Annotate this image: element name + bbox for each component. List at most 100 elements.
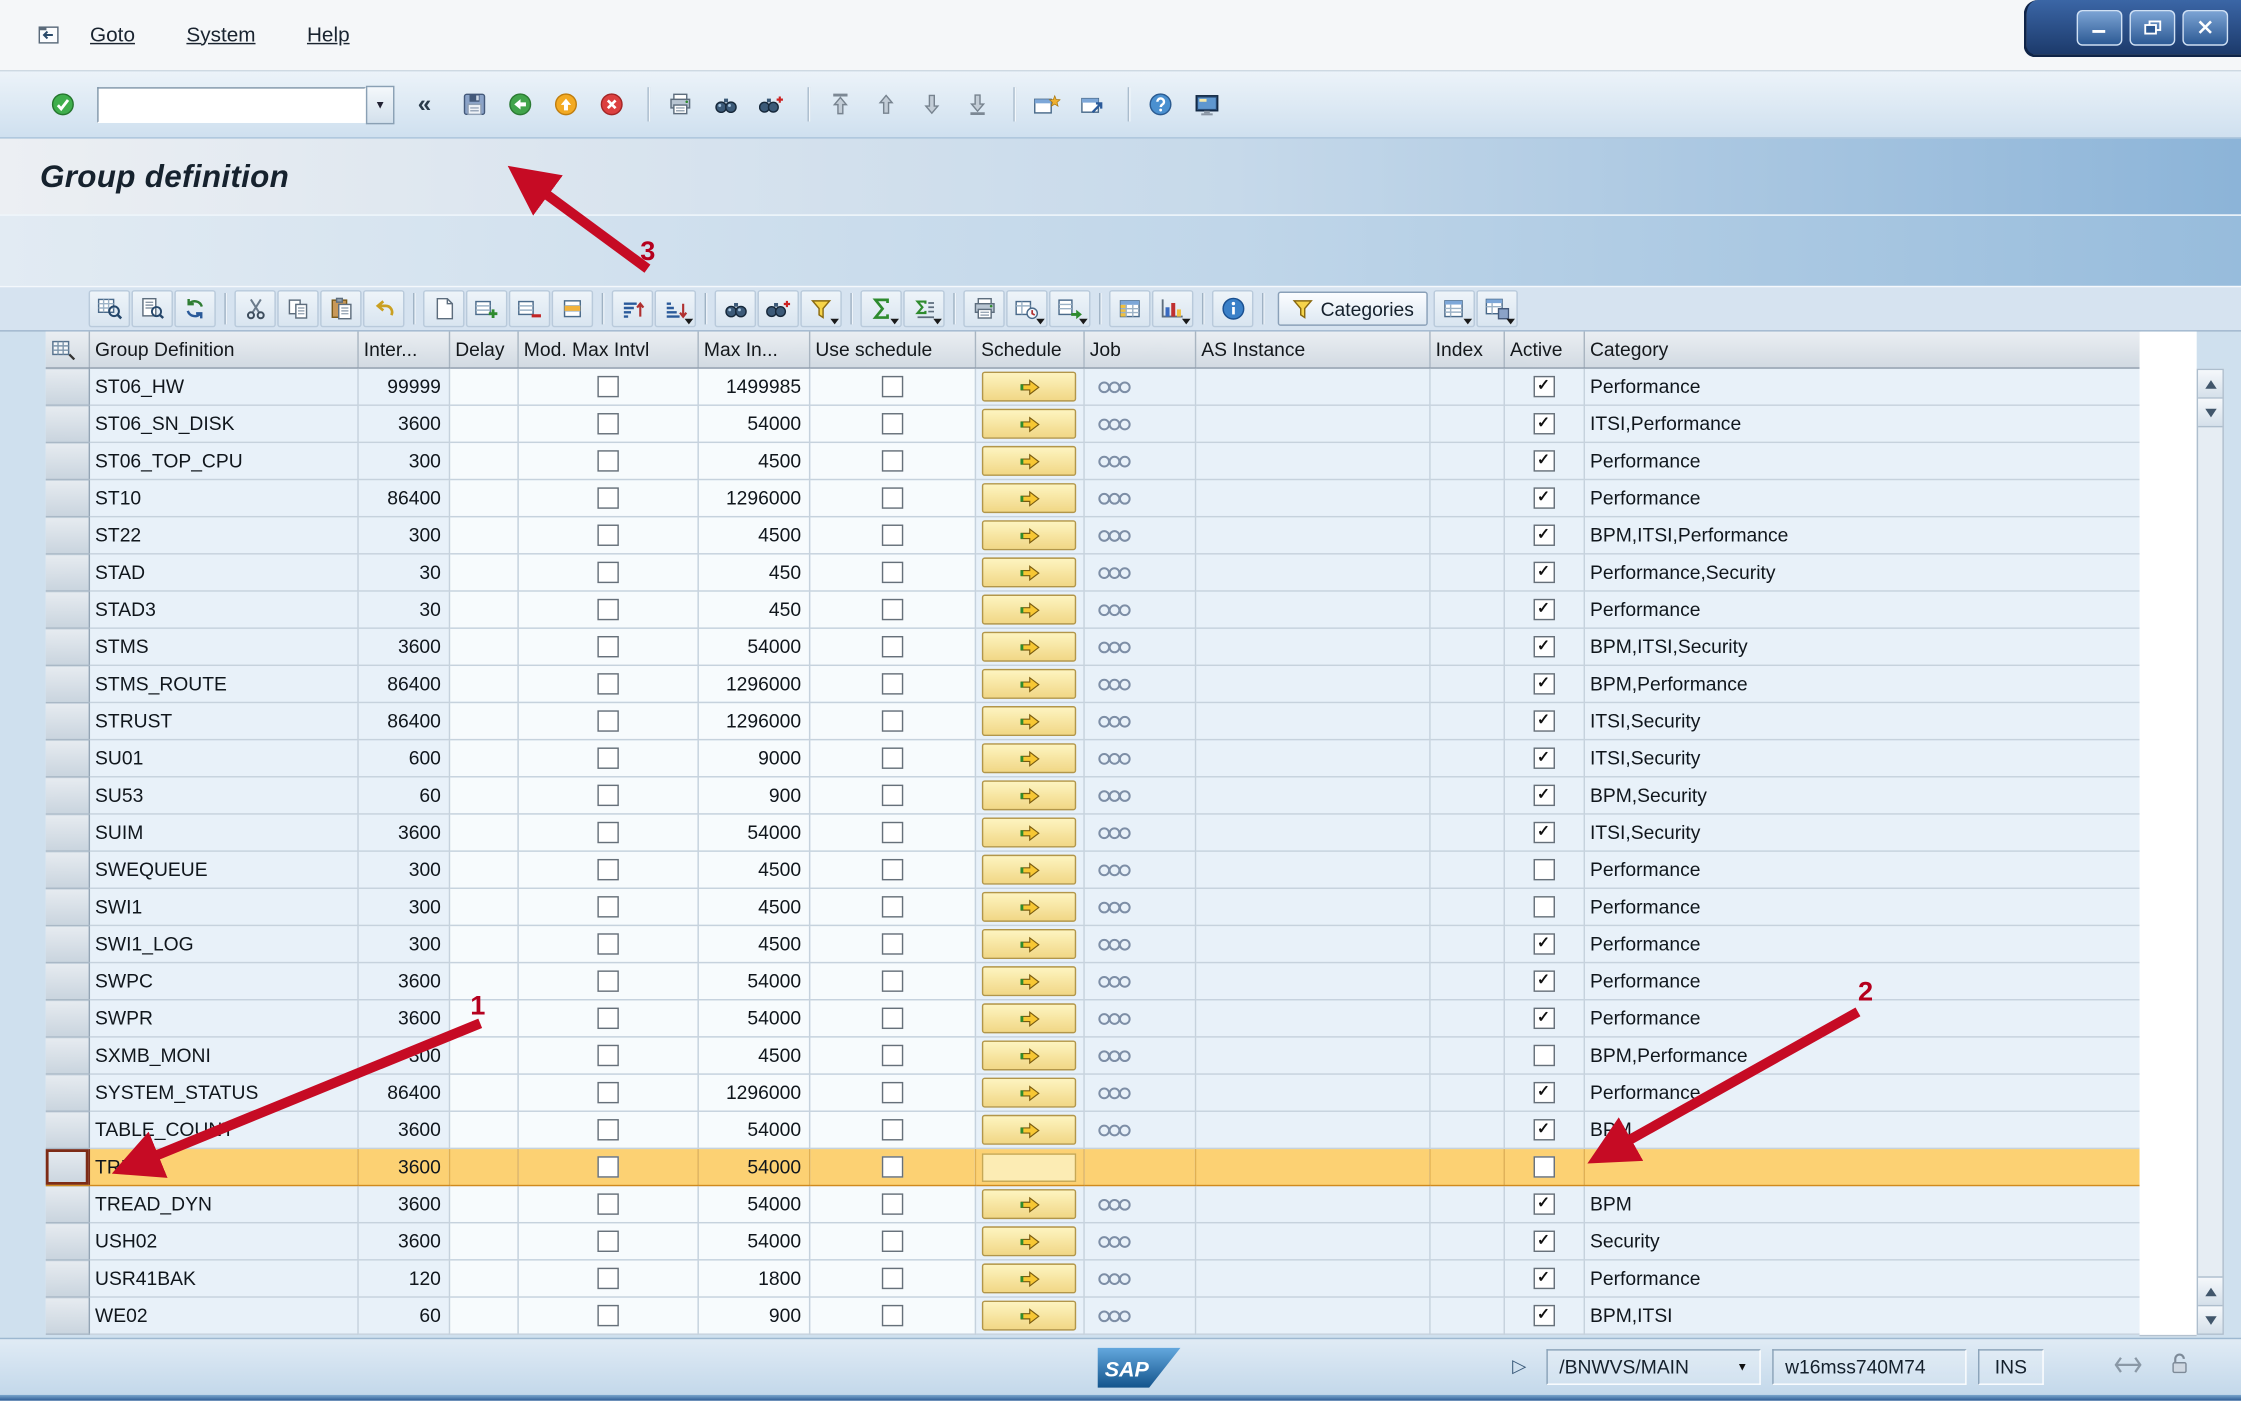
close-button[interactable]: [2182, 9, 2228, 45]
table-view-button[interactable]: [1109, 290, 1150, 327]
schedule-button[interactable]: [982, 1189, 1076, 1219]
use-schedule-checkbox[interactable]: [881, 562, 902, 583]
first-page-button[interactable]: [820, 86, 860, 123]
minimize-button[interactable]: [2077, 9, 2123, 45]
use-schedule-checkbox[interactable]: [881, 748, 902, 769]
active-checkbox[interactable]: ✓: [1533, 562, 1554, 583]
mod-max-intvl-checkbox[interactable]: [597, 860, 618, 881]
use-schedule-checkbox[interactable]: [881, 525, 902, 546]
row-selector[interactable]: [46, 740, 89, 777]
row-selector[interactable]: [46, 851, 89, 888]
job-chain-icon[interactable]: [1097, 529, 1131, 543]
job-chain-icon[interactable]: [1097, 567, 1131, 581]
active-checkbox[interactable]: ✓: [1533, 1268, 1554, 1289]
scroll-down-button-bottom[interactable]: [2198, 1305, 2222, 1334]
job-chain-icon[interactable]: [1097, 1050, 1131, 1064]
use-schedule-checkbox[interactable]: [881, 1083, 902, 1104]
active-checkbox[interactable]: ✓: [1533, 488, 1554, 509]
row-selector[interactable]: [46, 888, 89, 925]
job-chain-icon[interactable]: [1097, 455, 1131, 469]
mod-max-intvl-checkbox[interactable]: [597, 1083, 618, 1104]
mod-max-intvl-checkbox[interactable]: [597, 822, 618, 843]
mod-max-intvl-checkbox[interactable]: [597, 600, 618, 621]
schedule-button[interactable]: [982, 372, 1076, 402]
find-button[interactable]: [715, 290, 756, 327]
use-schedule-checkbox[interactable]: [881, 711, 902, 732]
row-selector[interactable]: [46, 479, 89, 516]
mod-max-intvl-checkbox[interactable]: [597, 525, 618, 546]
exit-button[interactable]: [546, 86, 586, 123]
active-checkbox[interactable]: ✓: [1533, 1306, 1554, 1327]
schedule-button[interactable]: [982, 743, 1076, 773]
job-chain-icon[interactable]: [1097, 1013, 1131, 1027]
active-checkbox[interactable]: ✓: [1533, 451, 1554, 472]
use-schedule-checkbox[interactable]: [881, 377, 902, 398]
schedule-button[interactable]: [982, 1301, 1076, 1331]
schedule-button[interactable]: [982, 1263, 1076, 1293]
enter-button[interactable]: [43, 86, 83, 123]
scroll-up-button-bottom[interactable]: [2198, 1276, 2222, 1305]
create-shortcut-button[interactable]: [1072, 86, 1112, 123]
job-chain-icon[interactable]: [1097, 1273, 1131, 1287]
mod-max-intvl-checkbox[interactable]: [597, 1231, 618, 1252]
row-selector[interactable]: [46, 1000, 89, 1037]
schedule-button[interactable]: [982, 929, 1076, 959]
active-checkbox[interactable]: ✓: [1533, 748, 1554, 769]
vertical-scrollbar[interactable]: [2197, 369, 2224, 1335]
back-button[interactable]: [500, 86, 540, 123]
active-checkbox[interactable]: ✓: [1533, 1083, 1554, 1104]
row-selector[interactable]: [46, 1148, 89, 1185]
active-checkbox[interactable]: ✓: [1533, 1008, 1554, 1029]
job-chain-icon[interactable]: [1097, 678, 1131, 692]
use-schedule-checkbox[interactable]: [881, 1194, 902, 1215]
schedule-button[interactable]: [982, 409, 1076, 439]
status-expand-icon[interactable]: ▷: [1512, 1355, 1526, 1378]
column-header-category[interactable]: Category: [1584, 332, 2140, 368]
row-selector[interactable]: [46, 591, 89, 628]
select-all-icon[interactable]: [51, 339, 75, 360]
mod-max-intvl-checkbox[interactable]: [597, 897, 618, 918]
job-chain-icon[interactable]: [1097, 901, 1131, 915]
next-page-button[interactable]: [912, 86, 952, 123]
mod-max-intvl-checkbox[interactable]: [597, 1157, 618, 1178]
active-checkbox[interactable]: ✓: [1533, 1120, 1554, 1141]
job-chain-icon[interactable]: [1097, 790, 1131, 804]
use-schedule-checkbox[interactable]: [881, 1157, 902, 1178]
active-checkbox[interactable]: [1533, 1157, 1554, 1178]
mod-max-intvl-checkbox[interactable]: [597, 1120, 618, 1141]
active-checkbox[interactable]: [1533, 897, 1554, 918]
refresh-button[interactable]: [174, 290, 215, 327]
layout-choose-button[interactable]: [1434, 290, 1475, 327]
active-checkbox[interactable]: ✓: [1533, 377, 1554, 398]
schedule-button[interactable]: [982, 1003, 1076, 1033]
job-chain-icon[interactable]: [1097, 492, 1131, 506]
sum-button[interactable]: [860, 290, 901, 327]
use-schedule-checkbox[interactable]: [881, 1008, 902, 1029]
mod-max-intvl-checkbox[interactable]: [597, 562, 618, 583]
use-schedule-checkbox[interactable]: [881, 451, 902, 472]
schedule-button[interactable]: [982, 446, 1076, 476]
column-header-interval[interactable]: Inter...: [357, 332, 448, 368]
active-checkbox[interactable]: ✓: [1533, 637, 1554, 658]
menu-goto[interactable]: Goto: [90, 24, 135, 47]
mod-max-intvl-checkbox[interactable]: [597, 1268, 618, 1289]
menu-system[interactable]: System: [186, 24, 255, 47]
mod-max-intvl-checkbox[interactable]: [597, 1306, 618, 1327]
column-header-mod[interactable]: Mod. Max Intvl: [517, 332, 697, 368]
save-button[interactable]: [454, 86, 494, 123]
use-schedule-checkbox[interactable]: [881, 1120, 902, 1141]
active-checkbox[interactable]: ✓: [1533, 414, 1554, 435]
job-chain-icon[interactable]: [1097, 1235, 1131, 1249]
schedule-button[interactable]: [982, 595, 1076, 625]
row-selector[interactable]: [46, 1111, 89, 1148]
job-chain-icon[interactable]: [1097, 938, 1131, 952]
new-session-button[interactable]: [1026, 86, 1066, 123]
mod-max-intvl-checkbox[interactable]: [597, 971, 618, 992]
row-selector[interactable]: [46, 665, 89, 702]
sort-asc-button[interactable]: [612, 290, 653, 327]
chart-button[interactable]: [1152, 290, 1193, 327]
mod-max-intvl-checkbox[interactable]: [597, 785, 618, 806]
schedule-button[interactable]: [982, 1226, 1076, 1256]
sort-desc-button[interactable]: [655, 290, 696, 327]
job-chain-icon[interactable]: [1097, 418, 1131, 432]
